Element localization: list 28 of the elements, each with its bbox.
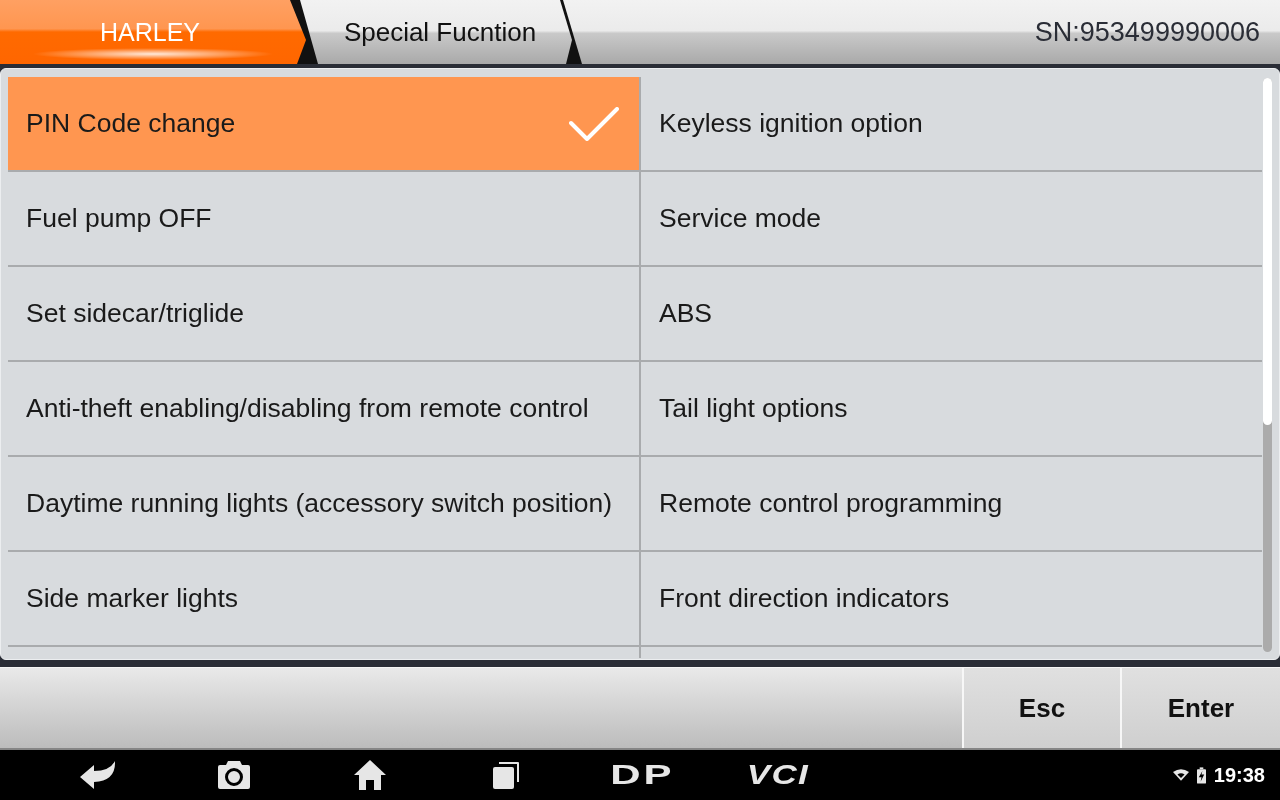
app-logo[interactable]: VCI xyxy=(746,761,810,789)
recent-apps-icon[interactable] xyxy=(492,761,520,789)
breadcrumb-tab[interactable]: Special Fucntion xyxy=(300,0,572,64)
function-item[interactable]: Remote control programming xyxy=(641,457,1262,550)
action-button[interactable]: Esc xyxy=(962,668,1120,748)
battery-charging-icon xyxy=(1196,766,1206,784)
scrollbar[interactable] xyxy=(1263,78,1272,652)
function-item[interactable]: Fuel pump OFF xyxy=(8,172,639,265)
function-item[interactable]: Set sidecar/triglide xyxy=(8,267,639,360)
clock-time: 19:38 xyxy=(1213,763,1265,787)
home-icon[interactable] xyxy=(354,760,386,790)
wifi-icon xyxy=(1172,769,1189,781)
function-item[interactable]: Tail light options xyxy=(641,362,1262,455)
checkmark-icon xyxy=(569,106,619,141)
function-item[interactable]: Service mode xyxy=(641,172,1262,265)
scrollbar-thumb[interactable] xyxy=(1263,78,1272,425)
back-icon[interactable] xyxy=(80,761,116,789)
function-item[interactable]: PIN Code change xyxy=(8,77,639,170)
function-item[interactable]: Daytime running lights (accessory switch position) xyxy=(8,457,639,550)
function-item[interactable]: Keyless ignition option xyxy=(641,77,1262,170)
function-item[interactable]: ABS xyxy=(641,267,1262,360)
action-button[interactable]: Enter xyxy=(1120,668,1280,748)
function-item[interactable]: Anti-theft enabling/disabling from remote control xyxy=(8,362,639,455)
serial-number: SN:953499990006 xyxy=(1034,16,1260,48)
function-item[interactable]: Front direction indicators xyxy=(641,552,1262,645)
camera-icon[interactable] xyxy=(218,761,250,789)
function-item[interactable]: Side marker lights xyxy=(8,552,639,645)
app-logo[interactable]: DP xyxy=(609,761,675,789)
